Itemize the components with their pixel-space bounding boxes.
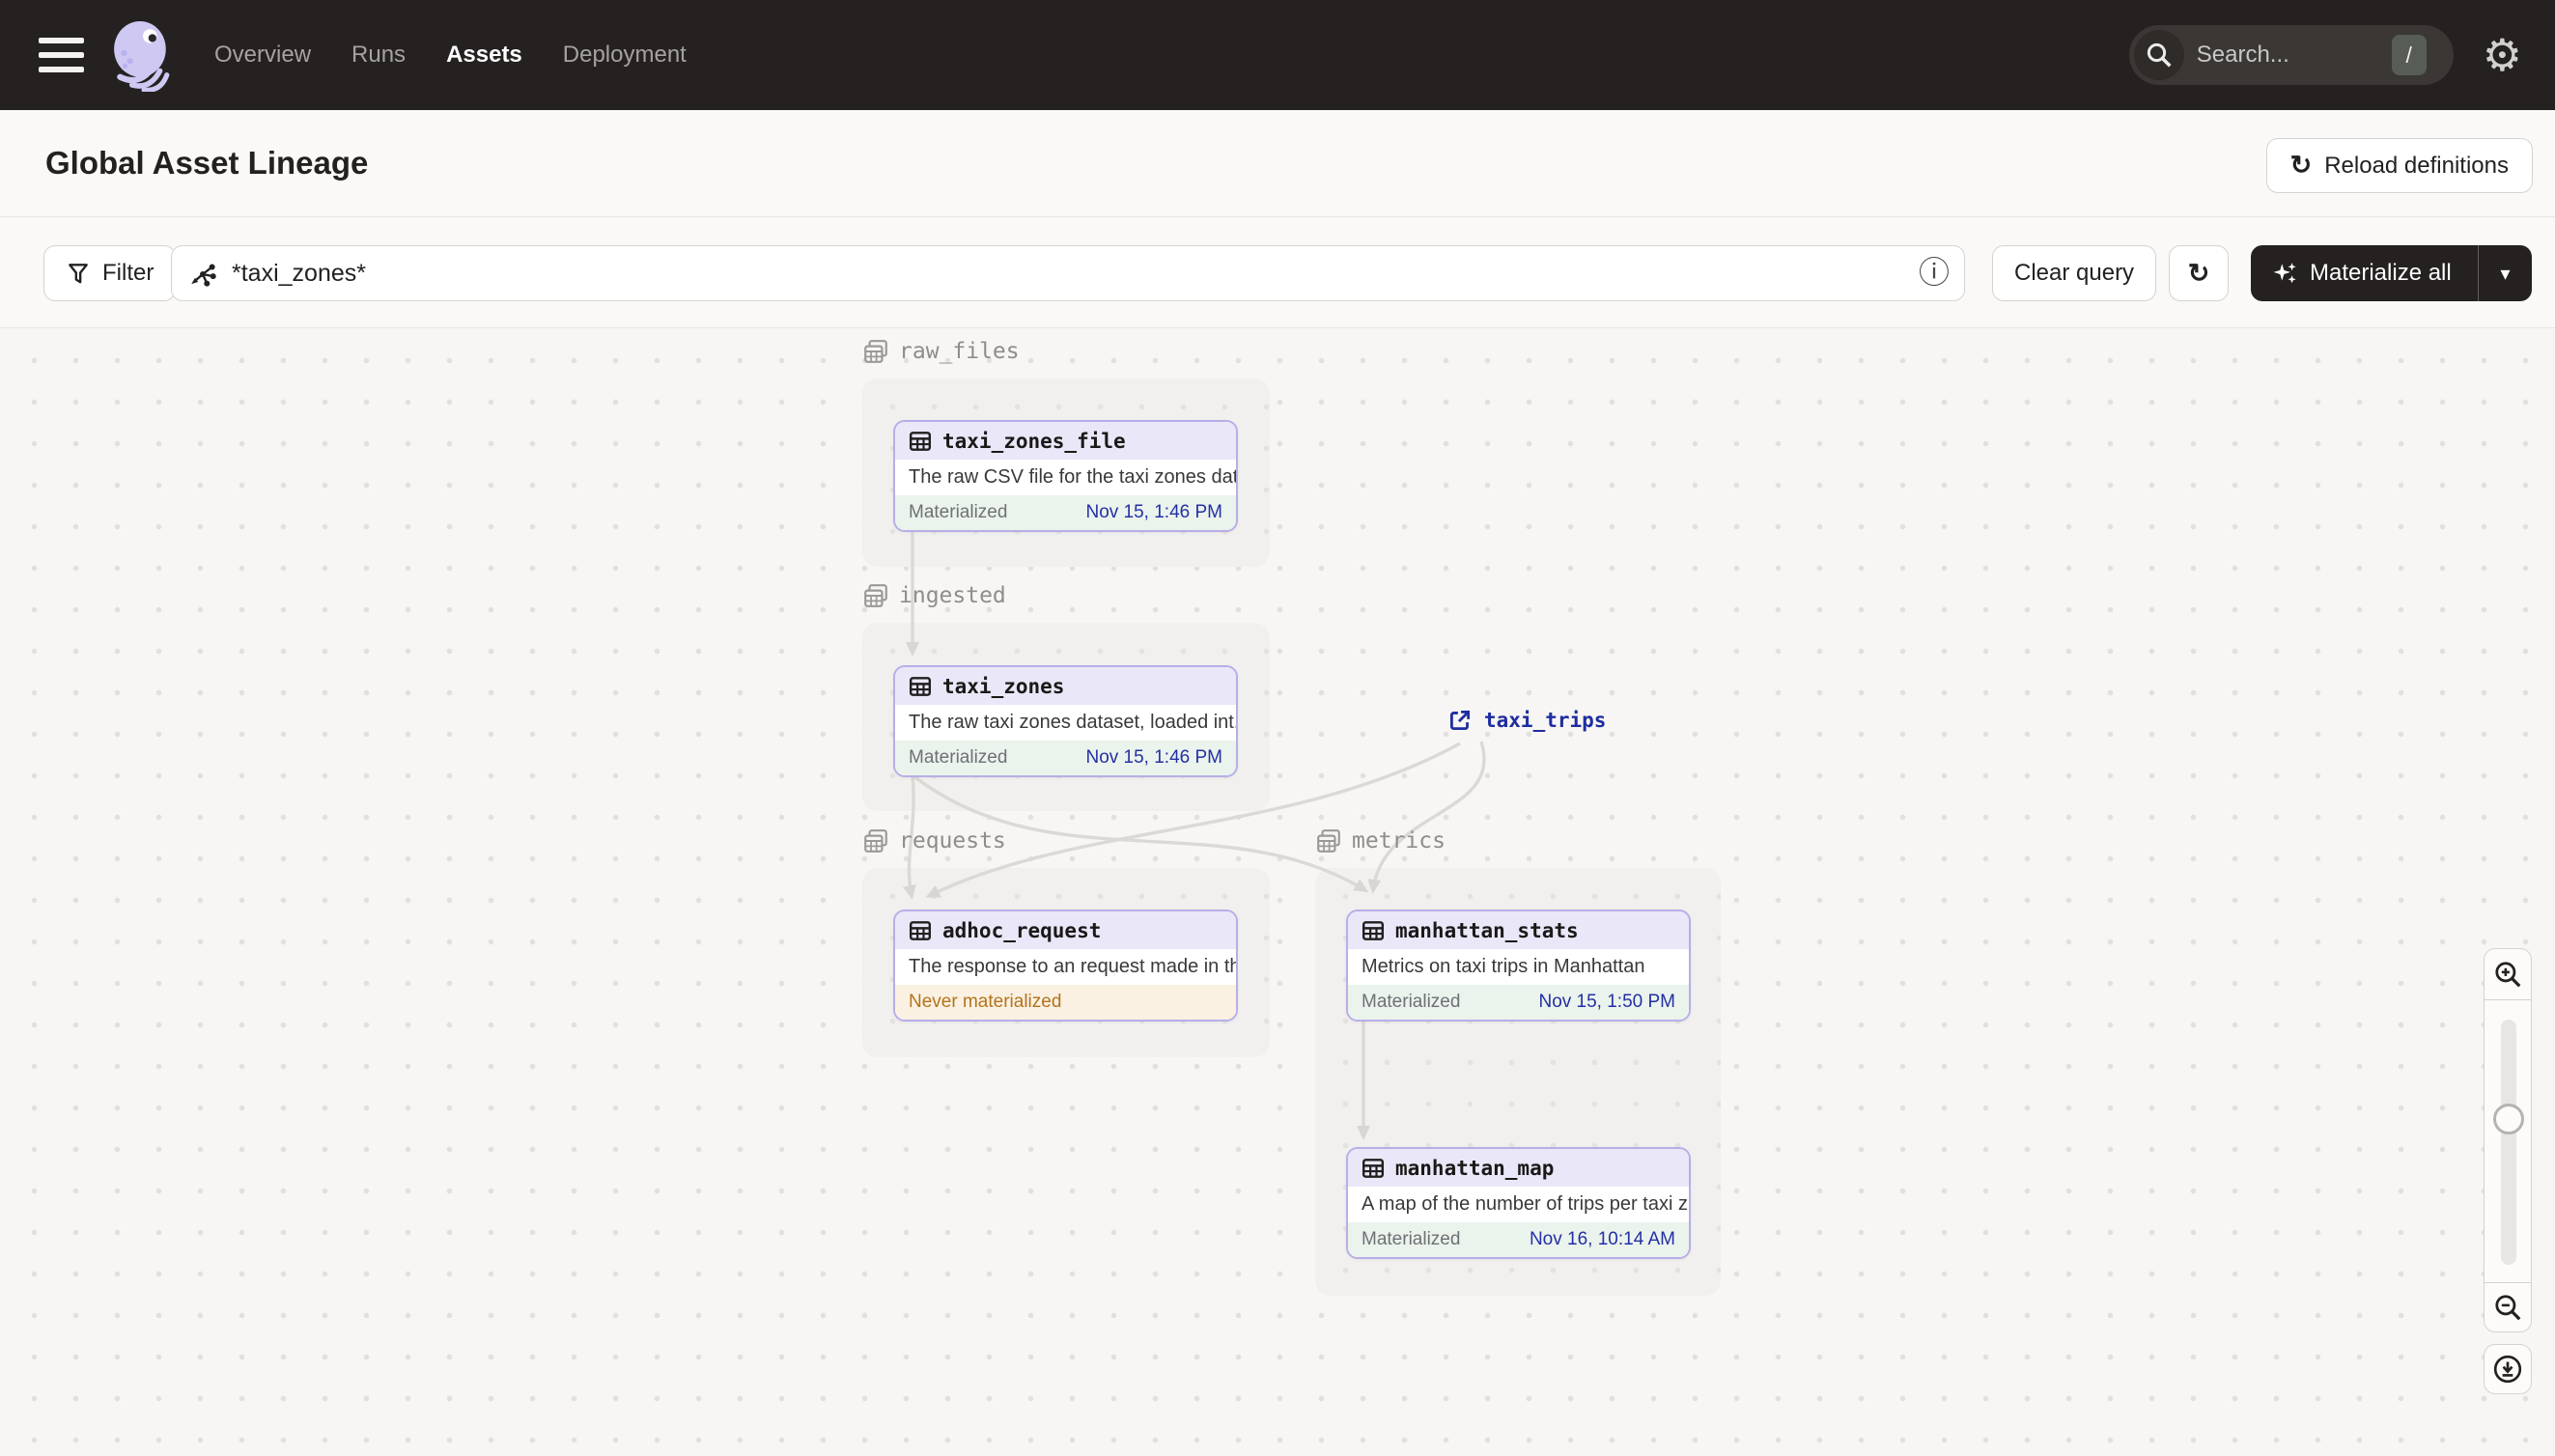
zoom-in-icon — [2492, 959, 2523, 990]
asset-node-header: taxi_zones — [895, 667, 1236, 705]
status-label: Materialized — [1362, 1229, 1461, 1249]
edge-taxi-trips-to-manhattan-stats — [1367, 741, 1486, 894]
main-nav: Overview Runs Assets Deployment — [214, 42, 687, 69]
table-icon — [1362, 919, 1385, 942]
funnel-icon — [66, 261, 91, 286]
asset-status-row: Materialized Nov 15, 1:46 PM — [895, 741, 1236, 775]
table-icon — [909, 430, 932, 453]
asset-group-icon — [862, 827, 889, 854]
external-asset-taxi-trips[interactable]: taxi_trips — [1446, 707, 1606, 734]
group-label-raw-files[interactable]: raw_files — [862, 338, 1020, 365]
settings-gear-button[interactable]: ⚙ — [2483, 33, 2522, 77]
asset-node-header: adhoc_request — [895, 911, 1236, 949]
status-label: Materialized — [1362, 992, 1461, 1012]
asset-group-icon — [1315, 827, 1342, 854]
table-icon — [909, 675, 932, 698]
asset-name: manhattan_map — [1395, 1156, 1555, 1180]
zoom-in-button[interactable] — [2484, 948, 2532, 1000]
chevron-down-icon: ▾ — [2500, 263, 2511, 285]
asset-description: Metrics on taxi trips in Manhattan — [1362, 956, 1645, 977]
zoom-slider[interactable] — [2484, 999, 2532, 1283]
page-title: Global Asset Lineage — [45, 145, 369, 181]
status-timestamp: Nov 15, 1:46 PM — [1085, 747, 1222, 768]
download-icon — [2492, 1354, 2523, 1385]
asset-selection-input[interactable] — [171, 245, 1965, 301]
page-header: Global Asset Lineage ↻ Reload definition… — [0, 110, 2555, 217]
asset-status-row: Materialized Nov 16, 10:14 AM — [1348, 1222, 1689, 1257]
asset-name: manhattan_stats — [1395, 918, 1579, 942]
asset-description: A map of the number of trips per taxi z.… — [1362, 1193, 1689, 1215]
table-icon — [1362, 1157, 1385, 1180]
asset-group-icon — [862, 582, 889, 609]
asset-node-manhattan-map[interactable]: manhattan_map A map of the number of tri… — [1346, 1147, 1691, 1259]
reload-definitions-button[interactable]: ↻ Reload definitions — [2265, 138, 2533, 193]
asset-description: The response to an request made in th... — [909, 956, 1236, 977]
sparkles-icon — [2272, 261, 2297, 286]
download-image-button[interactable] — [2484, 1344, 2532, 1394]
asset-node-taxi-zones-file[interactable]: taxi_zones_file The raw CSV file for the… — [893, 420, 1238, 532]
refresh-icon: ↻ — [2187, 258, 2210, 288]
asset-node-adhoc-request[interactable]: adhoc_request The response to an request… — [893, 910, 1238, 1022]
dagster-logo — [114, 20, 170, 92]
refresh-graph-button[interactable]: ↻ — [2169, 245, 2229, 301]
asset-description: The raw taxi zones dataset, loaded int..… — [909, 712, 1236, 733]
zoom-slider-track — [2501, 1020, 2516, 1265]
group-label-requests[interactable]: requests — [862, 827, 1006, 854]
status-timestamp: Nov 15, 1:46 PM — [1085, 502, 1222, 522]
nav-item-assets[interactable]: Assets — [446, 42, 522, 69]
hamburger-menu-button[interactable] — [39, 34, 91, 76]
asset-node-header: taxi_zones_file — [895, 422, 1236, 460]
filter-button[interactable]: Filter — [43, 245, 177, 301]
asset-graph-icon — [188, 260, 217, 289]
asset-description: The raw CSV file for the taxi zones dat.… — [909, 466, 1236, 488]
lineage-toolbar: Filter ⓘ Clear query ↻ Materialize all ▾ — [0, 218, 2555, 328]
lineage-edges — [902, 530, 1486, 1140]
group-label-metrics[interactable]: metrics — [1315, 827, 1446, 854]
status-label: Materialized — [909, 502, 1008, 522]
asset-status-row: Never materialized — [895, 985, 1236, 1020]
table-icon — [909, 919, 932, 942]
materialize-all-button[interactable]: Materialize all — [2251, 245, 2478, 301]
clear-query-button[interactable]: Clear query — [1992, 245, 2157, 301]
nav-item-overview[interactable]: Overview — [214, 42, 311, 69]
asset-name: taxi_zones_file — [942, 429, 1126, 453]
nav-item-runs[interactable]: Runs — [351, 42, 406, 69]
status-label: Never materialized — [909, 992, 1062, 1012]
menu-icon — [39, 38, 84, 43]
asset-node-header: manhattan_map — [1348, 1149, 1689, 1187]
nav-item-deployment[interactable]: Deployment — [563, 42, 687, 69]
zoom-slider-thumb[interactable] — [2493, 1104, 2524, 1134]
refresh-icon: ↻ — [2289, 151, 2313, 180]
asset-status-row: Materialized Nov 15, 1:46 PM — [895, 495, 1236, 530]
asset-status-row: Materialized Nov 15, 1:50 PM — [1348, 985, 1689, 1020]
lineage-canvas[interactable]: raw_files ingested requests metrics taxi… — [0, 328, 2555, 1456]
status-timestamp: Nov 15, 1:50 PM — [1538, 992, 1675, 1012]
status-label: Materialized — [909, 747, 1008, 768]
asset-node-header: manhattan_stats — [1348, 911, 1689, 949]
asset-name: adhoc_request — [942, 918, 1102, 942]
search-input[interactable] — [2196, 25, 2371, 85]
asset-node-taxi-zones[interactable]: taxi_zones The raw taxi zones dataset, l… — [893, 665, 1238, 777]
group-label-ingested[interactable]: ingested — [862, 582, 1006, 609]
external-link-icon — [1446, 707, 1474, 734]
materialize-all-split-button: Materialize all ▾ — [2251, 245, 2532, 301]
zoom-out-icon — [2492, 1292, 2523, 1323]
asset-name: taxi_zones — [942, 674, 1065, 698]
zoom-out-button[interactable] — [2484, 1282, 2532, 1332]
info-icon[interactable]: ⓘ — [1919, 257, 1950, 288]
asset-selection-field: ⓘ — [171, 245, 1965, 301]
asset-node-manhattan-stats[interactable]: manhattan_stats Metrics on taxi trips in… — [1346, 910, 1691, 1022]
status-timestamp: Nov 16, 10:14 AM — [1529, 1229, 1675, 1249]
search-box[interactable]: / — [2128, 25, 2454, 85]
materialize-dropdown-button[interactable]: ▾ — [2478, 245, 2532, 301]
top-navigation-bar: Overview Runs Assets Deployment / ⚙ — [0, 0, 2555, 110]
search-icon — [2133, 30, 2184, 80]
asset-group-icon — [862, 338, 889, 365]
gear-icon: ⚙ — [2482, 30, 2522, 80]
search-shortcut-badge: / — [2391, 35, 2427, 75]
